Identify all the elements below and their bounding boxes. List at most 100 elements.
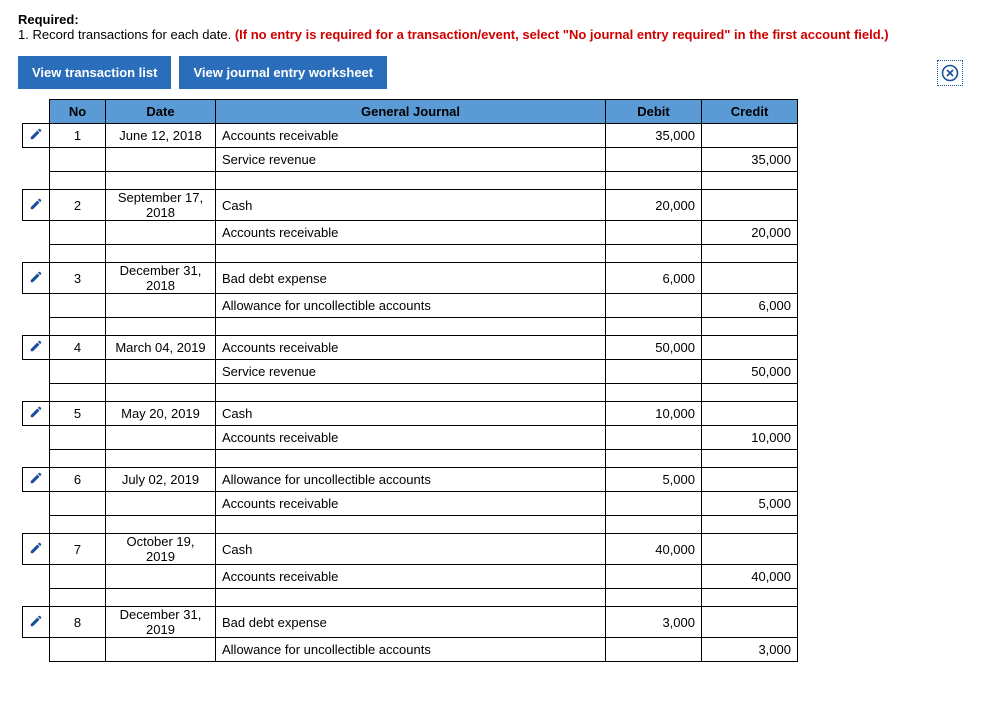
view-journal-worksheet-button[interactable]: View journal entry worksheet xyxy=(179,56,387,89)
entry-date xyxy=(106,148,216,172)
edit-entry-button[interactable] xyxy=(23,534,50,565)
credit-cell[interactable]: 3,000 xyxy=(702,638,798,662)
credit-cell[interactable] xyxy=(702,124,798,148)
edit-entry-button[interactable] xyxy=(23,263,50,294)
edit-entry-button[interactable] xyxy=(23,190,50,221)
spacer-row xyxy=(23,172,798,190)
account-cell[interactable]: Service revenue xyxy=(216,360,606,384)
credit-cell[interactable] xyxy=(702,263,798,294)
credit-cell[interactable]: 35,000 xyxy=(702,148,798,172)
col-date: Date xyxy=(106,100,216,124)
spacer-row xyxy=(23,450,798,468)
debit-cell[interactable] xyxy=(606,638,702,662)
journal-row: Service revenue 50,000 xyxy=(23,360,798,384)
entry-number xyxy=(50,360,106,384)
entry-date xyxy=(106,360,216,384)
journal-row: 4March 04, 2019Accounts receivable50,000 xyxy=(23,336,798,360)
journal-row: 5May 20, 2019Cash10,000 xyxy=(23,402,798,426)
debit-cell[interactable]: 20,000 xyxy=(606,190,702,221)
entry-number: 8 xyxy=(50,607,106,638)
journal-row: Allowance for uncollectible accounts 6,00… xyxy=(23,294,798,318)
debit-cell[interactable] xyxy=(606,426,702,450)
edit-entry-button[interactable] xyxy=(23,468,50,492)
entry-number: 7 xyxy=(50,534,106,565)
credit-cell[interactable]: 6,000 xyxy=(702,294,798,318)
spacer-row xyxy=(23,589,798,607)
credit-cell[interactable] xyxy=(702,607,798,638)
account-cell[interactable]: Bad debt expense xyxy=(216,263,606,294)
pencil-icon xyxy=(29,197,43,211)
journal-row: Accounts receivable 5,000 xyxy=(23,492,798,516)
debit-cell[interactable]: 3,000 xyxy=(606,607,702,638)
account-cell[interactable]: Service revenue xyxy=(216,148,606,172)
edit-entry-button[interactable] xyxy=(23,402,50,426)
debit-cell[interactable] xyxy=(606,492,702,516)
spacer-row xyxy=(23,245,798,263)
clear-button[interactable] xyxy=(937,60,963,86)
account-cell[interactable]: Accounts receivable xyxy=(216,221,606,245)
col-no: No xyxy=(50,100,106,124)
account-cell[interactable]: Accounts receivable xyxy=(216,426,606,450)
journal-row: Accounts receivable 20,000 xyxy=(23,221,798,245)
account-cell[interactable]: Accounts receivable xyxy=(216,565,606,589)
entry-date: December 31, 2018 xyxy=(106,263,216,294)
account-cell[interactable]: Accounts receivable xyxy=(216,124,606,148)
debit-cell[interactable] xyxy=(606,294,702,318)
col-general-journal: General Journal xyxy=(216,100,606,124)
debit-cell[interactable] xyxy=(606,360,702,384)
credit-cell[interactable] xyxy=(702,468,798,492)
account-cell[interactable]: Cash xyxy=(216,402,606,426)
entry-date: September 17, 2018 xyxy=(106,190,216,221)
account-cell[interactable]: Accounts receivable xyxy=(216,336,606,360)
entry-date: October 19, 2019 xyxy=(106,534,216,565)
account-cell[interactable]: Allowance for uncollectible accounts xyxy=(216,294,606,318)
pencil-icon xyxy=(29,614,43,628)
debit-cell[interactable]: 50,000 xyxy=(606,336,702,360)
credit-cell[interactable]: 5,000 xyxy=(702,492,798,516)
account-cell[interactable]: Cash xyxy=(216,534,606,565)
debit-cell[interactable]: 5,000 xyxy=(606,468,702,492)
debit-cell[interactable] xyxy=(606,221,702,245)
instruction-note: (If no entry is required for a transacti… xyxy=(235,27,889,42)
account-cell[interactable]: Cash xyxy=(216,190,606,221)
account-cell[interactable]: Bad debt expense xyxy=(216,607,606,638)
entry-number xyxy=(50,565,106,589)
entry-date: June 12, 2018 xyxy=(106,124,216,148)
table-header-row: No Date General Journal Debit Credit xyxy=(23,100,798,124)
entry-date xyxy=(106,221,216,245)
credit-cell[interactable] xyxy=(702,336,798,360)
credit-cell[interactable]: 40,000 xyxy=(702,565,798,589)
account-cell[interactable]: Accounts receivable xyxy=(216,492,606,516)
journal-table: No Date General Journal Debit Credit 1Ju… xyxy=(22,99,798,662)
entry-number: 4 xyxy=(50,336,106,360)
credit-cell[interactable]: 20,000 xyxy=(702,221,798,245)
instruction-text: Record transactions for each date. xyxy=(32,27,231,42)
pencil-icon xyxy=(29,541,43,555)
edit-entry-button[interactable] xyxy=(23,607,50,638)
debit-cell[interactable]: 40,000 xyxy=(606,534,702,565)
spacer-row xyxy=(23,516,798,534)
account-cell[interactable]: Allowance for uncollectible accounts xyxy=(216,638,606,662)
credit-cell[interactable] xyxy=(702,402,798,426)
credit-cell[interactable] xyxy=(702,534,798,565)
instructions: Required: 1. Record transactions for eac… xyxy=(18,12,963,42)
edit-entry-button[interactable] xyxy=(23,336,50,360)
col-debit: Debit xyxy=(606,100,702,124)
edit-entry-button[interactable] xyxy=(23,124,50,148)
view-transaction-list-button[interactable]: View transaction list xyxy=(18,56,171,89)
debit-cell[interactable] xyxy=(606,148,702,172)
debit-cell[interactable] xyxy=(606,565,702,589)
debit-cell[interactable]: 35,000 xyxy=(606,124,702,148)
entry-date xyxy=(106,492,216,516)
journal-row: 2September 17, 2018Cash20,000 xyxy=(23,190,798,221)
credit-cell[interactable]: 50,000 xyxy=(702,360,798,384)
entry-number: 6 xyxy=(50,468,106,492)
debit-cell[interactable]: 6,000 xyxy=(606,263,702,294)
spacer-row xyxy=(23,384,798,402)
credit-cell[interactable] xyxy=(702,190,798,221)
credit-cell[interactable]: 10,000 xyxy=(702,426,798,450)
entry-date xyxy=(106,426,216,450)
account-cell[interactable]: Allowance for uncollectible accounts xyxy=(216,468,606,492)
debit-cell[interactable]: 10,000 xyxy=(606,402,702,426)
journal-row: 1June 12, 2018Accounts receivable35,000 xyxy=(23,124,798,148)
